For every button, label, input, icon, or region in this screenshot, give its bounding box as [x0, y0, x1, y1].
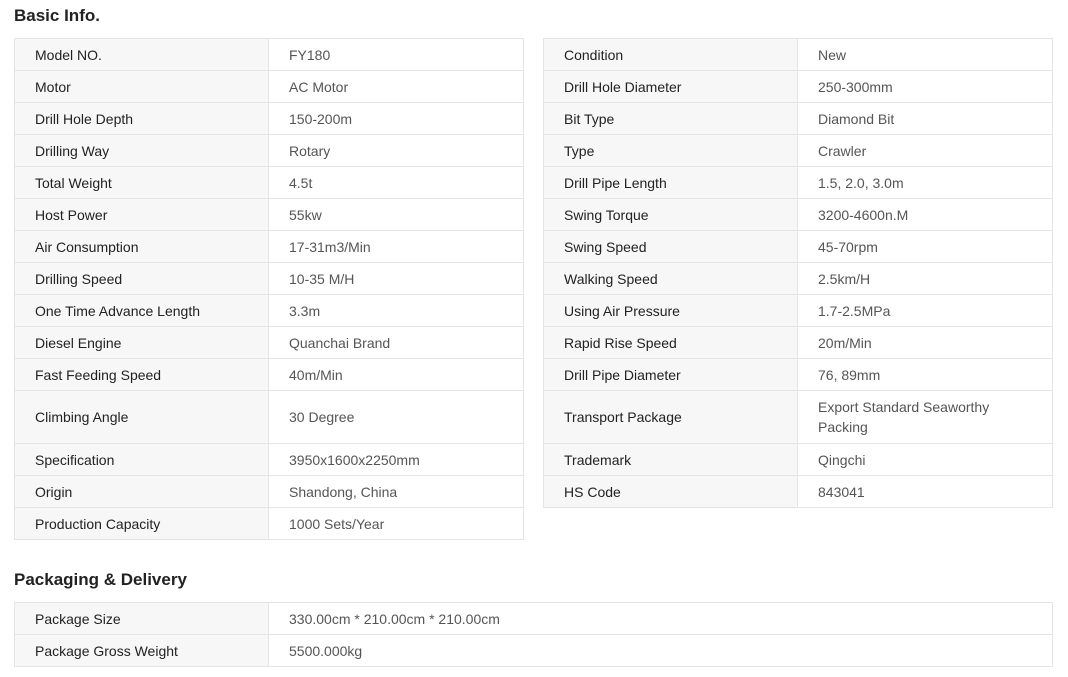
- spec-label: Motor: [14, 70, 269, 103]
- spec-value: FY180: [268, 38, 524, 71]
- spec-row: Drilling Way Rotary: [14, 134, 524, 167]
- spec-value: 1.5, 2.0, 3.0m: [797, 166, 1053, 199]
- spec-row: Total Weight 4.5t: [14, 166, 524, 199]
- spec-value: 330.00cm * 210.00cm * 210.00cm: [268, 602, 1053, 635]
- spec-row: Specification 3950x1600x2250mm: [14, 443, 524, 476]
- spec-label: Package Gross Weight: [14, 634, 269, 667]
- spec-label: Origin: [14, 475, 269, 508]
- spec-value: 1.7-2.5MPa: [797, 294, 1053, 327]
- spec-label: Specification: [14, 443, 269, 476]
- spec-value: 5500.000kg: [268, 634, 1053, 667]
- spec-value: Quanchai Brand: [268, 326, 524, 359]
- spec-value: 3.3m: [268, 294, 524, 327]
- spec-label: Drilling Way: [14, 134, 269, 167]
- spec-row: Diesel Engine Quanchai Brand: [14, 326, 524, 359]
- spec-label: Drill Hole Depth: [14, 102, 269, 135]
- spec-label: Production Capacity: [14, 507, 269, 540]
- spec-label: Climbing Angle: [14, 390, 269, 444]
- spec-label: Model NO.: [14, 38, 269, 71]
- spec-value: 30 Degree: [268, 390, 524, 444]
- spec-row: Air Consumption 17-31m3/Min: [14, 230, 524, 263]
- spec-label: Drilling Speed: [14, 262, 269, 295]
- spec-row: Climbing Angle 30 Degree: [14, 390, 524, 444]
- spec-value: 76, 89mm: [797, 358, 1053, 391]
- spec-label: HS Code: [543, 475, 798, 508]
- spec-label: Condition: [543, 38, 798, 71]
- spec-value: 40m/Min: [268, 358, 524, 391]
- spec-row: HS Code 843041: [543, 475, 1053, 508]
- packaging-table: Package Size 330.00cm * 210.00cm * 210.00…: [14, 602, 1053, 667]
- spec-label: Diesel Engine: [14, 326, 269, 359]
- spec-label: Package Size: [14, 602, 269, 635]
- spec-row: Using Air Pressure 1.7-2.5MPa: [543, 294, 1053, 327]
- spec-row: Fast Feeding Speed 40m/Min: [14, 358, 524, 391]
- spec-value: 4.5t: [268, 166, 524, 199]
- spec-row: Model NO. FY180: [14, 38, 524, 71]
- spec-value: AC Motor: [268, 70, 524, 103]
- spec-row: Drilling Speed 10-35 M/H: [14, 262, 524, 295]
- spec-value: 10-35 M/H: [268, 262, 524, 295]
- spec-row: Package Gross Weight 5500.000kg: [14, 634, 1053, 667]
- spec-value: Qingchi: [797, 443, 1053, 476]
- packaging-delivery-heading: Packaging & Delivery: [14, 570, 187, 589]
- spec-value: 2.5km/H: [797, 262, 1053, 295]
- spec-row: Rapid Rise Speed 20m/Min: [543, 326, 1053, 359]
- spec-label: Transport Package: [543, 390, 798, 444]
- spec-label: Type: [543, 134, 798, 167]
- spec-value: 45-70rpm: [797, 230, 1053, 263]
- spec-value: 55kw: [268, 198, 524, 231]
- spec-row: Transport Package Export Standard Seawort…: [543, 390, 1053, 444]
- spec-row: Bit Type Diamond Bit: [543, 102, 1053, 135]
- spec-row: Condition New: [543, 38, 1053, 71]
- spec-value: 3950x1600x2250mm: [268, 443, 524, 476]
- spec-row: Drill Hole Depth 150-200m: [14, 102, 524, 135]
- spec-label: Swing Torque: [543, 198, 798, 231]
- spec-label: Walking Speed: [543, 262, 798, 295]
- spec-row: One Time Advance Length 3.3m: [14, 294, 524, 327]
- spec-row: Type Crawler: [543, 134, 1053, 167]
- spec-label: Trademark: [543, 443, 798, 476]
- spec-row: Swing Speed 45-70rpm: [543, 230, 1053, 263]
- spec-label: Using Air Pressure: [543, 294, 798, 327]
- spec-value: 250-300mm: [797, 70, 1053, 103]
- spec-label: Air Consumption: [14, 230, 269, 263]
- spec-label: Fast Feeding Speed: [14, 358, 269, 391]
- spec-row: Production Capacity 1000 Sets/Year: [14, 507, 524, 540]
- spec-value: 17-31m3/Min: [268, 230, 524, 263]
- spec-value: 3200-4600n.M: [797, 198, 1053, 231]
- spec-row: Drill Pipe Length 1.5, 2.0, 3.0m: [543, 166, 1053, 199]
- spec-value: 843041: [797, 475, 1053, 508]
- spec-row: Host Power 55kw: [14, 198, 524, 231]
- spec-row: Walking Speed 2.5km/H: [543, 262, 1053, 295]
- spec-label: Total Weight: [14, 166, 269, 199]
- spec-label: Swing Speed: [543, 230, 798, 263]
- spec-row: Trademark Qingchi: [543, 443, 1053, 476]
- spec-label: Drill Hole Diameter: [543, 70, 798, 103]
- spec-row: Drill Hole Diameter 250-300mm: [543, 70, 1053, 103]
- spec-label: Drill Pipe Diameter: [543, 358, 798, 391]
- spec-label: One Time Advance Length: [14, 294, 269, 327]
- spec-row: Swing Torque 3200-4600n.M: [543, 198, 1053, 231]
- basic-info-right-table: Condition New Drill Hole Diameter 250-300m…: [543, 38, 1053, 508]
- spec-label: Host Power: [14, 198, 269, 231]
- spec-value: Shandong, China: [268, 475, 524, 508]
- spec-value: Rotary: [268, 134, 524, 167]
- spec-label: Rapid Rise Speed: [543, 326, 798, 359]
- spec-row: Drill Pipe Diameter 76, 89mm: [543, 358, 1053, 391]
- spec-row: Package Size 330.00cm * 210.00cm * 210.00…: [14, 602, 1053, 635]
- spec-label: Bit Type: [543, 102, 798, 135]
- basic-info-heading: Basic Info.: [14, 6, 100, 25]
- spec-value: Diamond Bit: [797, 102, 1053, 135]
- spec-value: Export Standard Seaworthy Packing: [797, 390, 1053, 444]
- basic-info-left-table: Model NO. FY180 Motor AC Motor Drill Hole …: [14, 38, 524, 540]
- spec-row: Origin Shandong, China: [14, 475, 524, 508]
- spec-label: Drill Pipe Length: [543, 166, 798, 199]
- spec-value: Crawler: [797, 134, 1053, 167]
- spec-row: Motor AC Motor: [14, 70, 524, 103]
- spec-value: 1000 Sets/Year: [268, 507, 524, 540]
- spec-value: 20m/Min: [797, 326, 1053, 359]
- spec-value: New: [797, 38, 1053, 71]
- spec-value: 150-200m: [268, 102, 524, 135]
